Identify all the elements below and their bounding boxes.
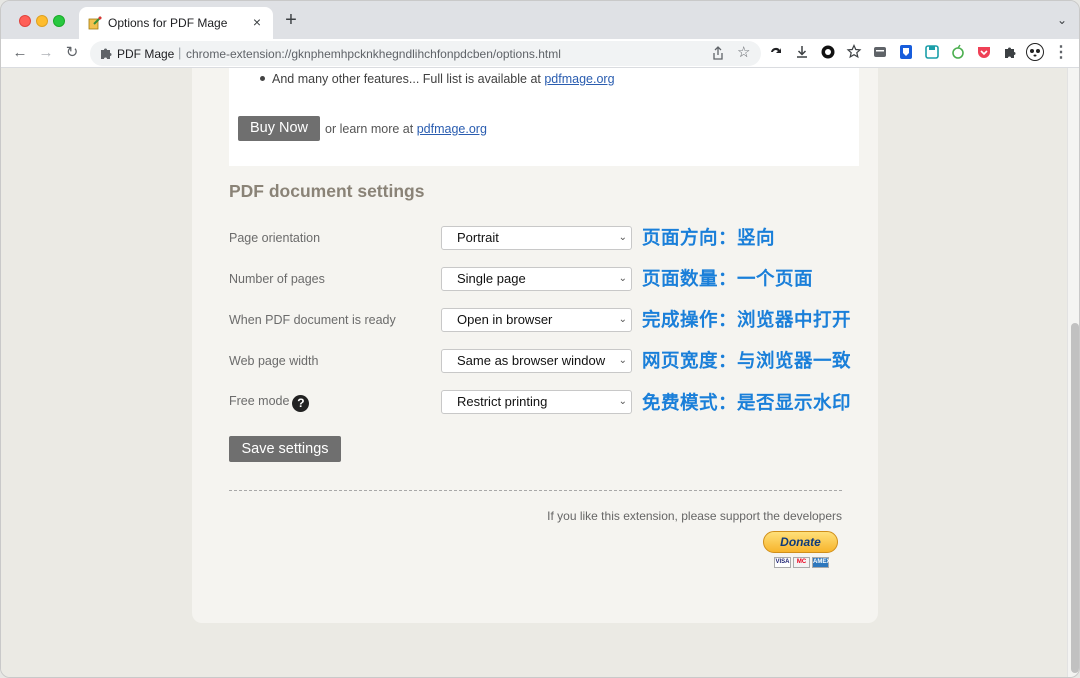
help-question-icon[interactable]: ? — [292, 395, 310, 412]
pdf-ready-value: Open in browser — [457, 312, 553, 327]
tab-strip: Options for PDF Mage × + ⌄ — [1, 1, 1079, 39]
free-mode-select[interactable]: Restrict printing ⌄ — [441, 390, 632, 414]
extensions-puzzle-icon[interactable] — [1002, 44, 1018, 60]
maximize-window-button[interactable] — [53, 15, 65, 27]
free-mode-value: Restrict printing — [457, 394, 548, 409]
number-of-pages-annotation: 页面数量：一个页面 — [642, 268, 814, 289]
page-viewport: And many other features... Full list is … — [1, 68, 1067, 677]
bullet-text: And many other features... Full list is … — [272, 72, 545, 86]
scrollbar-thumb[interactable] — [1071, 323, 1079, 673]
page-scrollbar[interactable] — [1067, 68, 1079, 677]
site-name: PDF Mage — [117, 47, 175, 61]
pdf-ready-annotation: 完成操作：浏览器中打开 — [642, 309, 852, 330]
bitwarden-shield-icon[interactable] — [898, 44, 914, 60]
donate-button[interactable]: Donate — [763, 531, 838, 553]
page-orientation-label: Page orientation — [229, 231, 321, 245]
number-of-pages-value: Single page — [457, 271, 526, 286]
url-text[interactable]: chrome-extension://gknphemhpcknkhegndlih… — [186, 47, 561, 61]
close-window-button[interactable] — [19, 15, 31, 27]
green-apple-icon[interactable] — [950, 44, 966, 60]
page-orientation-value: Portrait — [457, 230, 499, 245]
payment-cards: VISA MC AMEX — [774, 557, 830, 569]
learn-more-link[interactable]: pdfmage.org — [417, 122, 487, 136]
address-bar[interactable]: PDF Mage | chrome-extension://gknphemhpc… — [90, 41, 761, 66]
save-settings-button[interactable]: Save settings — [229, 436, 341, 462]
bookmark-star-icon[interactable]: ☆ — [737, 43, 750, 61]
web-page-width-select[interactable]: Same as browser window ⌄ — [441, 349, 632, 373]
browser-menu-icon[interactable]: ⋮ — [1051, 43, 1071, 63]
minimize-window-button[interactable] — [36, 15, 48, 27]
buy-now-button[interactable]: Buy Now — [238, 116, 320, 141]
chevron-down-icon: ⌄ — [618, 355, 627, 366]
tab-title: Options for PDF Mage — [108, 16, 228, 30]
star-list-icon[interactable] — [846, 44, 862, 60]
browser-window: Options for PDF Mage × + ⌄ ← → ↻ PDF Mag… — [0, 0, 1080, 678]
promo-box: And many other features... Full list is … — [229, 68, 859, 166]
free-mode-label: Free mode? — [229, 394, 310, 412]
page-orientation-select[interactable]: Portrait ⌄ — [441, 226, 632, 250]
tab-close-icon[interactable]: × — [249, 14, 265, 30]
web-page-width-label: Web page width — [229, 354, 319, 368]
mastercard-card-icon: MC — [793, 557, 810, 568]
reading-list-icon[interactable] — [872, 44, 888, 60]
browser-tab[interactable]: Options for PDF Mage × — [79, 7, 273, 39]
chevron-down-icon: ⌄ — [618, 314, 627, 325]
features-bullet: And many other features... Full list is … — [260, 72, 615, 86]
tab-search-chevron-icon[interactable]: ⌄ — [1057, 13, 1067, 27]
options-panel: And many other features... Full list is … — [192, 68, 878, 623]
share-icon[interactable] — [711, 46, 725, 60]
visa-card-icon: VISA — [774, 557, 791, 568]
page-orientation-annotation: 页面方向：竖向 — [642, 227, 776, 248]
undo-arrow-icon[interactable] — [768, 44, 784, 60]
pocket-icon[interactable] — [976, 44, 992, 60]
free-mode-label-text: Free mode — [229, 394, 290, 408]
address-separator: | — [178, 45, 182, 60]
web-page-width-value: Same as browser window — [457, 353, 606, 368]
pdf-ready-label: When PDF document is ready — [229, 313, 396, 327]
reload-icon[interactable]: ↻ — [62, 43, 82, 63]
features-link[interactable]: pdfmage.org — [544, 72, 614, 86]
number-of-pages-label: Number of pages — [229, 272, 325, 286]
download-icon[interactable] — [794, 44, 810, 60]
chevron-down-icon: ⌄ — [618, 273, 627, 284]
settings-title: PDF document settings — [229, 181, 425, 201]
bullet-dot — [260, 76, 265, 82]
web-page-width-annotation: 网页宽度：与浏览器一致 — [642, 350, 852, 371]
circle-extension-icon[interactable] — [820, 44, 836, 60]
number-of-pages-select[interactable]: Single page ⌄ — [441, 267, 632, 291]
extension-puzzle-icon — [101, 48, 112, 59]
chevron-down-icon: ⌄ — [618, 232, 627, 243]
back-arrow-icon[interactable]: ← — [10, 43, 30, 63]
learn-more-prefix: or learn more at — [325, 122, 417, 136]
forward-arrow-icon[interactable]: → — [36, 43, 56, 63]
save-floppy-icon[interactable] — [924, 44, 940, 60]
pdf-ready-select[interactable]: Open in browser ⌄ — [441, 308, 632, 332]
new-tab-button[interactable]: + — [281, 10, 301, 30]
learn-more-text: or learn more at pdfmage.org — [325, 122, 487, 136]
browser-toolbar: ← → ↻ PDF Mage | chrome-extension://gknp… — [1, 39, 1079, 68]
divider — [229, 490, 842, 491]
pdf-mage-favicon-icon — [88, 16, 102, 30]
free-mode-annotation: 免费模式：是否显示水印 — [642, 392, 852, 413]
profile-avatar-icon[interactable] — [1026, 43, 1044, 61]
chevron-down-icon: ⌄ — [618, 396, 627, 407]
support-text: If you like this extension, please suppo… — [547, 509, 842, 523]
amex-card-icon: AMEX — [812, 557, 830, 568]
